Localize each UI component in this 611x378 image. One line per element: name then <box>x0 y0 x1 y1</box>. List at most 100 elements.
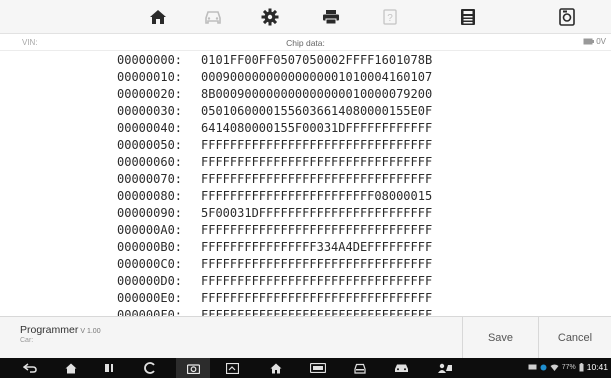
screenshot-icon <box>559 8 575 26</box>
back-icon <box>23 363 37 373</box>
hex-row: 00000010: 0009000000000000000101000416010… <box>117 70 432 85</box>
car-label: Car: <box>20 337 34 344</box>
system-nav-bar: 77% 10:41 <box>0 358 611 378</box>
hex-data: FFFFFFFFFFFFFFFFFFFFFFFFFFFFFFFF <box>201 223 433 237</box>
browser-icon <box>144 362 155 374</box>
chip-data-dump[interactable]: 00000000: 0101FF00FF0507050002FFFF1601078… <box>0 51 611 316</box>
hex-row: 00000050: FFFFFFFFFFFFFFFFFFFFFFFFFFFFFFF… <box>117 138 432 153</box>
function-name: Programmer <box>20 324 79 336</box>
app-indicator-icon <box>540 364 547 370</box>
hex-address: 000000E0: <box>117 291 183 305</box>
clock: 10:41 <box>586 362 608 372</box>
hex-address: 00000020: <box>117 87 183 101</box>
hex-address: 000000A0: <box>117 223 183 237</box>
hex-address: 000000B0: <box>117 240 183 254</box>
hex-row: 000000F0: FFFFFFFFFFFFFFFFFFFFFFFFFFFFFFF… <box>117 308 432 316</box>
hex-address: 00000070: <box>117 172 183 186</box>
battery-voltage: 0V <box>596 37 606 46</box>
hex-address: 000000F0: <box>117 308 183 316</box>
hex-address: 00000030: <box>117 104 183 118</box>
vci-button[interactable] <box>304 358 332 378</box>
page-title: Chip data: <box>286 38 325 48</box>
hex-row: 00000080: FFFFFFFFFFFFFFFFFFFFFFFF0800001… <box>117 189 432 204</box>
car-icon <box>394 364 408 372</box>
top-toolbar: ? <box>0 0 611 34</box>
hex-data: 00090000000000000001010004160107 <box>201 70 433 84</box>
hex-address: 00000060: <box>117 155 183 169</box>
hex-row: 000000D0: FFFFFFFFFFFFFFFFFFFFFFFFFFFFFFF… <box>117 274 432 289</box>
remote-expert-icon <box>438 363 452 373</box>
hex-data: FFFFFFFFFFFFFFFFFFFFFFFF08000015 <box>201 189 433 203</box>
battery-percent: 77% <box>561 363 576 371</box>
vehicle-menu-button[interactable] <box>387 358 415 378</box>
vehicle-button[interactable] <box>183 0 243 34</box>
hex-data: FFFFFFFFFFFFFFFFFFFFFFFFFFFFFFFF <box>201 291 433 305</box>
car-service-icon <box>354 363 366 374</box>
home-icon <box>65 363 77 373</box>
save-button[interactable]: Save <box>462 317 538 359</box>
hex-data: 05010600001556036614080000155E0F <box>201 104 433 118</box>
home-button[interactable] <box>128 0 188 34</box>
hex-address: 00000090: <box>117 206 183 220</box>
hex-data: FFFFFFFFFFFFFFFFFFFFFFFFFFFFFFFF <box>201 257 433 271</box>
hex-data: FFFFFFFFFFFFFFFFFFFFFFFFFFFFFFFF <box>201 172 433 186</box>
wifi-icon <box>550 364 559 371</box>
hex-row: 00000090: 5F00031DFFFFFFFFFFFFFFFFFFFFFFF… <box>117 206 432 221</box>
hex-row: 00000020: 8B00090000000000000001000007920… <box>117 87 432 102</box>
service-button[interactable] <box>346 358 374 378</box>
screenshot-button[interactable] <box>537 0 597 34</box>
gear-icon <box>261 8 279 26</box>
help-icon: ? <box>383 9 397 25</box>
home-icon <box>270 363 282 373</box>
home-nav-button[interactable] <box>57 358 85 378</box>
hex-row: 000000B0: FFFFFFFFFFFFFFFF334A4DEFFFFFFFF… <box>117 240 432 255</box>
battery-icon <box>579 362 584 371</box>
screen-capture-icon <box>225 362 239 374</box>
hex-row: 00000040: 6414080000155F00031DFFFFFFFFFFF… <box>117 121 432 136</box>
hex-row: 00000070: FFFFFFFFFFFFFFFFFFFFFFFFFFFFFFF… <box>117 172 432 187</box>
hex-address: 00000010: <box>117 70 183 84</box>
vci-icon <box>310 363 326 373</box>
save-data-icon <box>461 9 475 25</box>
hex-data: 5F00031DFFFFFFFFFFFFFFFFFFFFFFFF <box>201 206 433 220</box>
battery-icon <box>583 38 595 45</box>
svg-text:?: ? <box>387 13 393 24</box>
hex-data: 6414080000155F00031DFFFFFFFFFFFF <box>201 121 433 135</box>
camera-icon <box>186 363 200 374</box>
camera-button[interactable] <box>176 358 210 378</box>
cancel-button[interactable]: Cancel <box>538 317 611 359</box>
hex-row: 000000E0: FFFFFFFFFFFFFFFFFFFFFFFFFFFFFFF… <box>117 291 432 306</box>
hex-data: 0101FF00FF0507050002FFFF1601078B <box>201 53 433 67</box>
save-data-button[interactable] <box>438 0 498 34</box>
help-button[interactable]: ? <box>360 0 420 34</box>
recent-apps-icon <box>105 364 113 372</box>
status-area: 77% 10:41 <box>528 362 608 372</box>
hex-data: FFFFFFFFFFFFFFFFFFFFFFFFFFFFFFFF <box>201 155 433 169</box>
hex-data: FFFFFFFFFFFFFFFFFFFFFFFFFFFFFFFF <box>201 308 433 316</box>
remote-expert-button[interactable] <box>431 358 459 378</box>
hex-row: 00000000: 0101FF00FF0507050002FFFF1601078… <box>117 53 432 68</box>
hex-address: 00000000: <box>117 53 183 67</box>
hex-address: 000000C0: <box>117 257 183 271</box>
hex-data: FFFFFFFFFFFFFFFFFFFFFFFFFFFFFFFF <box>201 274 433 288</box>
home-icon <box>150 10 166 24</box>
back-button[interactable] <box>16 358 44 378</box>
settings-button[interactable] <box>240 0 300 34</box>
hex-row: 000000A0: FFFFFFFFFFFFFFFFFFFFFFFFFFFFFFF… <box>117 223 432 238</box>
version-label: V 1.00 <box>80 328 101 335</box>
hex-address: 00000080: <box>117 189 183 203</box>
action-bar: Programmer V 1.00 Car: Save Cancel <box>0 316 611 359</box>
message-icon <box>528 364 537 369</box>
car-icon <box>205 11 221 24</box>
diagnostics-home-button[interactable] <box>262 358 290 378</box>
hex-row: 00000030: 05010600001556036614080000155E0… <box>117 104 432 119</box>
recent-apps-button[interactable] <box>96 358 124 378</box>
battery-voltage-indicator: 0V <box>583 37 606 46</box>
browser-button[interactable] <box>136 358 164 378</box>
hex-row: 000000C0: FFFFFFFFFFFFFFFFFFFFFFFFFFFFFFF… <box>117 257 432 272</box>
hex-address: 00000050: <box>117 138 183 152</box>
print-button[interactable] <box>301 0 361 34</box>
info-header: VIN: Chip data: 0V <box>0 34 611 51</box>
screen-capture-button[interactable] <box>218 358 246 378</box>
hex-data: FFFFFFFFFFFFFFFFFFFFFFFFFFFFFFFF <box>201 138 433 152</box>
